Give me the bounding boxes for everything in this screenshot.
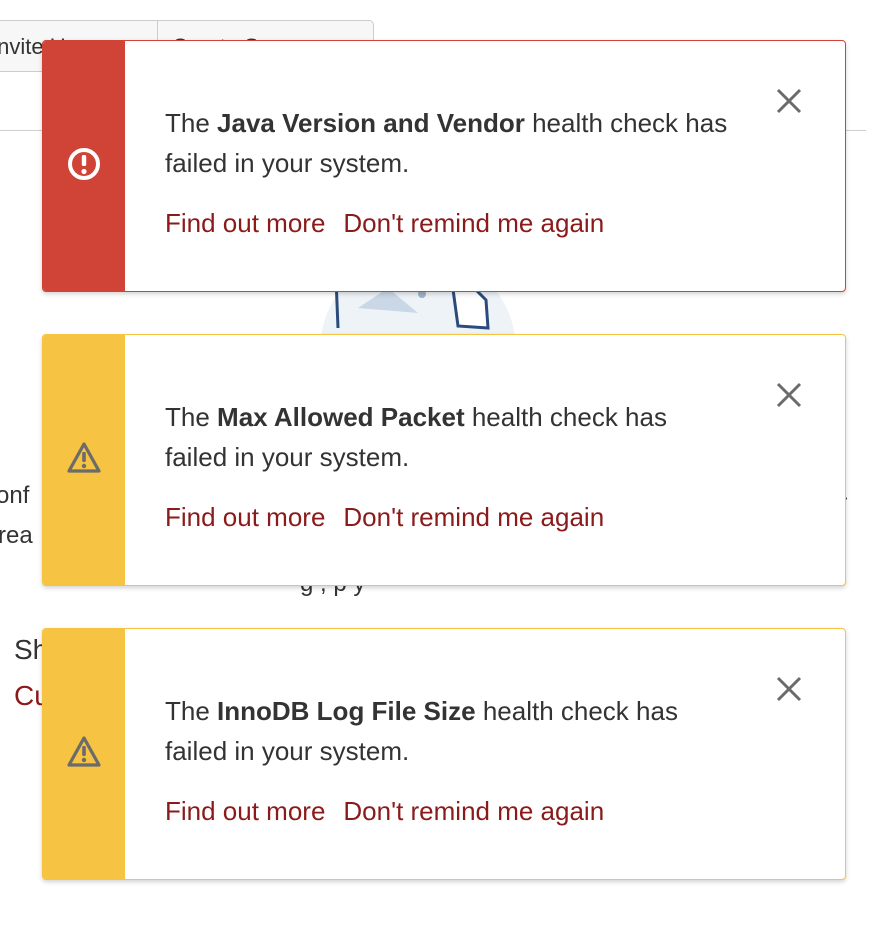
dont-remind-link[interactable]: Don't remind me again [343, 502, 604, 532]
flag-actions: Find out more Don't remind me again [165, 497, 845, 537]
flag-body: The Max Allowed Packet health check has … [125, 335, 845, 585]
find-out-more-link[interactable]: Find out more [165, 796, 325, 826]
error-circle-icon [67, 147, 101, 186]
close-icon[interactable] [775, 381, 803, 409]
find-out-more-link[interactable]: Find out more [165, 208, 325, 238]
dont-remind-link[interactable]: Don't remind me again [343, 208, 604, 238]
flag-message: The Java Version and Vendor health check… [165, 108, 728, 178]
flag-stripe [43, 335, 125, 585]
flag-body: The Java Version and Vendor health check… [125, 41, 845, 291]
flag-stripe [43, 41, 125, 291]
flag-stripe [43, 629, 125, 879]
health-check-name: Max Allowed Packet [217, 402, 465, 432]
dont-remind-link[interactable]: Don't remind me again [343, 796, 604, 826]
warning-triangle-icon [66, 441, 102, 480]
flag-message: The InnoDB Log File Size health check ha… [165, 696, 678, 766]
health-check-name: InnoDB Log File Size [217, 696, 476, 726]
health-check-flag-warning: The Max Allowed Packet health check has … [42, 334, 846, 586]
health-check-name: Java Version and Vendor [217, 108, 525, 138]
flag-actions: Find out more Don't remind me again [165, 203, 845, 243]
flag-message: The Max Allowed Packet health check has … [165, 402, 667, 472]
flag-actions: Find out more Don't remind me again [165, 791, 845, 831]
background-text-line: rea [0, 522, 33, 549]
warning-triangle-icon [66, 735, 102, 774]
background-text-line: onf [0, 482, 30, 509]
flag-body: The InnoDB Log File Size health check ha… [125, 629, 845, 879]
find-out-more-link[interactable]: Find out more [165, 502, 325, 532]
health-check-flag-warning: The InnoDB Log File Size health check ha… [42, 628, 846, 880]
close-icon[interactable] [775, 675, 803, 703]
health-check-flag-error: The Java Version and Vendor health check… [42, 40, 846, 292]
close-icon[interactable] [775, 87, 803, 115]
